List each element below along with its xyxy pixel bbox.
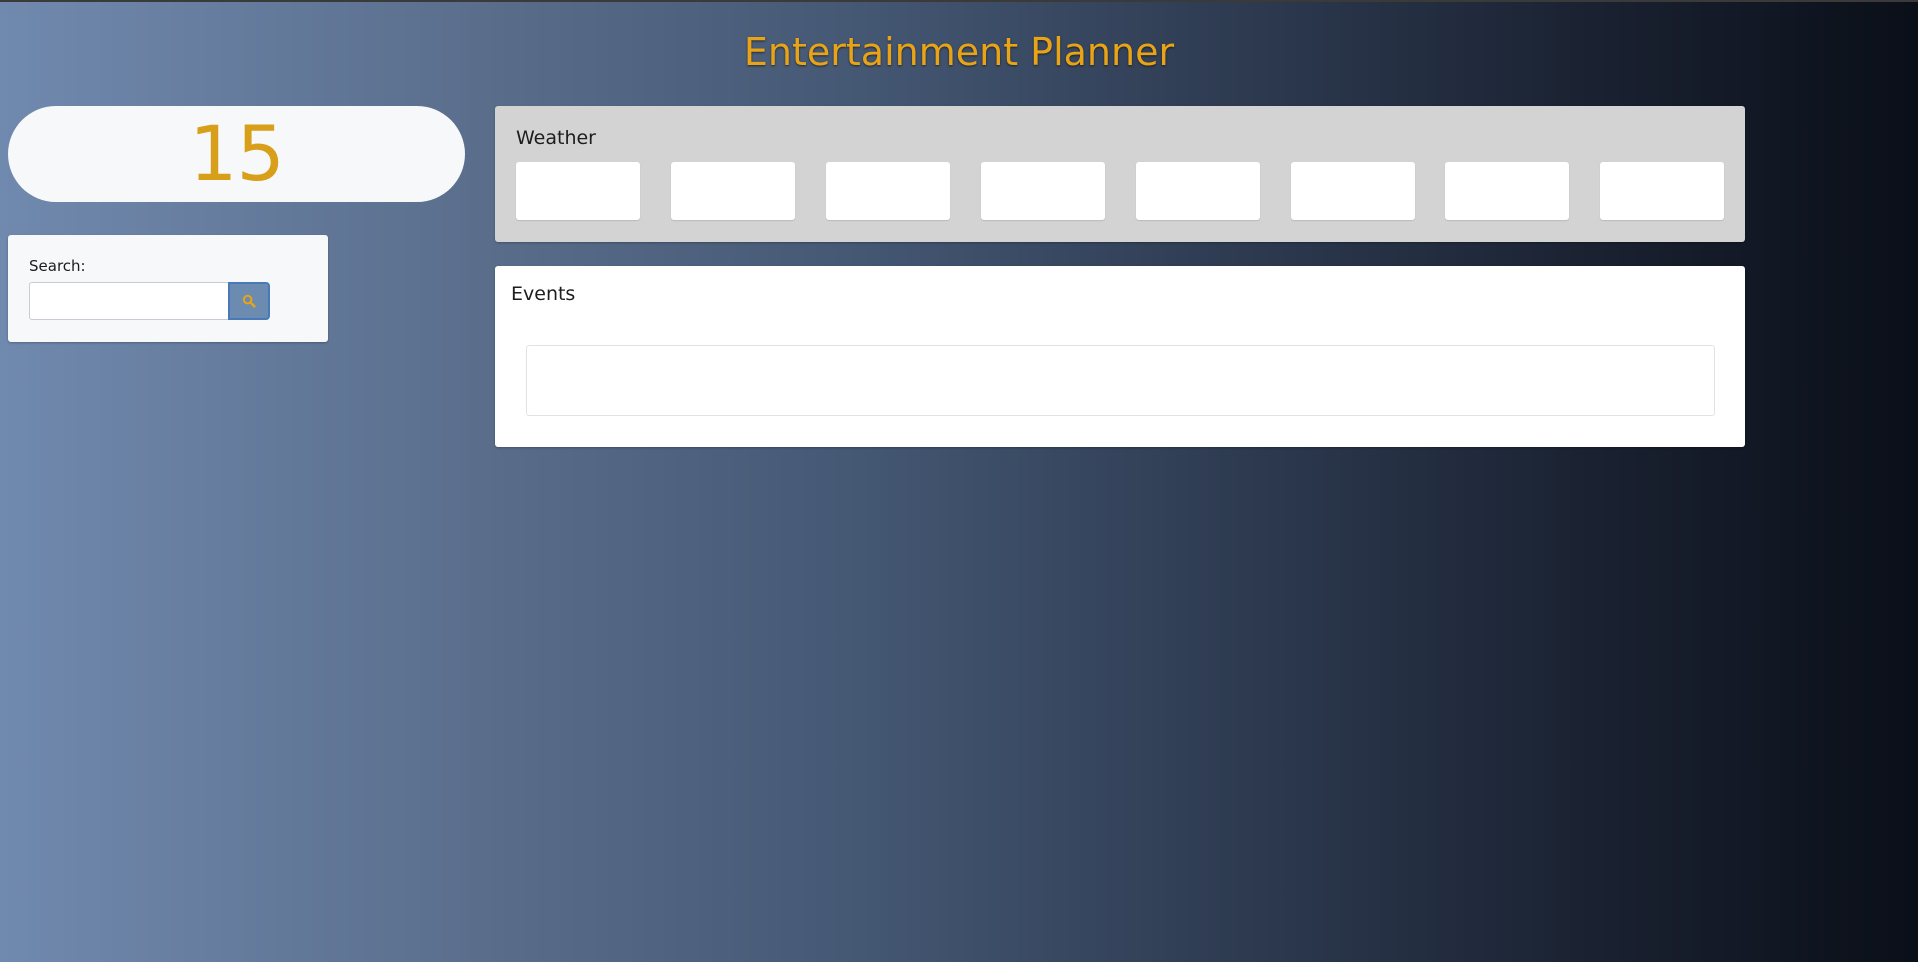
search-icon <box>242 294 256 308</box>
weather-day-card <box>1445 162 1569 220</box>
weather-day-card <box>1136 162 1260 220</box>
weather-day-card <box>516 162 640 220</box>
weather-title: Weather <box>516 127 596 149</box>
weather-panel: Weather <box>495 106 1745 242</box>
events-list <box>526 345 1715 416</box>
counter-value: 15 <box>189 109 285 198</box>
window-top-border <box>0 0 1918 2</box>
search-input[interactable] <box>29 282 229 320</box>
weather-day-card <box>826 162 950 220</box>
counter-display: 15 <box>8 106 465 202</box>
search-button[interactable] <box>228 282 270 320</box>
app-title: Entertainment Planner <box>743 30 1175 74</box>
weather-day-card <box>981 162 1105 220</box>
search-label: Search: <box>29 257 86 275</box>
events-panel: Events <box>495 266 1745 447</box>
weather-day-card <box>1291 162 1415 220</box>
search-card: Search: <box>8 235 328 342</box>
weather-day-card <box>671 162 795 220</box>
events-title: Events <box>511 283 576 305</box>
weather-day-card <box>1600 162 1724 220</box>
